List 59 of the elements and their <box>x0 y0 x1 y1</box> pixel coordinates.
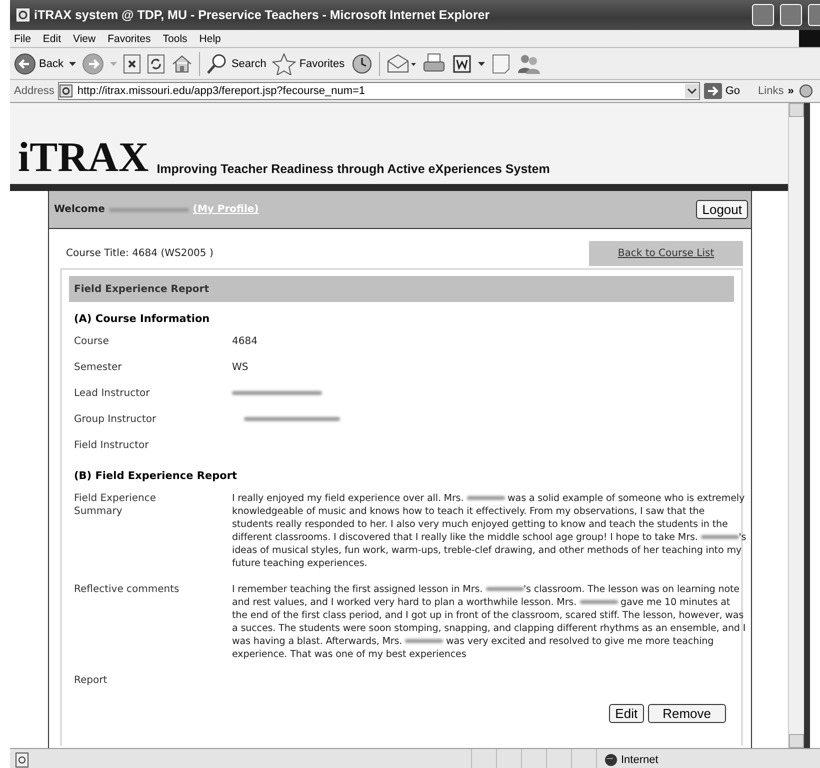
menu-item[interactable]: View <box>73 32 96 44</box>
comment-text: I remember teaching the first assigned lesson in Mrs. 's classroom. The lesson was on learning note and rest values, and I worked very hard to plan a worthwhile lesson. Mrs. gave me 10 minutes at the end of the first class period, and I got up in front of the classroom, scared stiff. The lesson, however, was a succes. The students were soon stomping, snapping, and clapping different rhythms as an ensemble, and I was having a blast. Afterwards, Mrs. was very excited and resolved to give me more teaching experience. That was one of my best experiences <box>232 583 747 661</box>
site-tagline: Improving Teacher Readiness through Active eXperiences System <box>156 162 550 178</box>
report-title: Field Experience Report <box>69 276 734 302</box>
mail-button[interactable] <box>386 52 416 74</box>
maximize-button[interactable] <box>780 4 802 26</box>
field-label: Lead Instructor <box>74 387 151 400</box>
search-button[interactable]: Search <box>206 52 266 74</box>
security-zone: Internet <box>621 754 658 766</box>
field-label: Reflective comments <box>74 583 180 596</box>
field-label: Report <box>74 674 108 687</box>
stop-button[interactable] <box>123 54 142 74</box>
minimize-button[interactable] <box>752 4 774 26</box>
section-heading: (A) Course Information <box>73 312 211 327</box>
welcome-label: Welcome <box>54 204 105 215</box>
field-label: Semester <box>74 361 123 374</box>
edit-button[interactable]: Edit <box>609 704 644 723</box>
back-button[interactable]: Back <box>14 52 64 74</box>
star-icon <box>272 52 296 74</box>
back-to-course-list-link[interactable]: Back to Course List <box>589 241 743 266</box>
forward-button[interactable] <box>82 52 104 74</box>
close-button[interactable] <box>808 4 820 26</box>
comment-text: I really enjoyed my field experience over all. Mrs. was a solid example of someone who is extremely knowledgeable of music and knows how to teach it effectively. From my observations, I saw that the students really responded to her. I also very much enjoyed getting to know and teach the students in the different classrooms. I discovered that I really like the middle school age group! I hope to take Mrs. 's ideas of musical styles, fun work, warm-ups, treble-clef drawing, and other methods of her teaching into my future teaching experiences. <box>232 492 747 570</box>
menu-item[interactable]: Favorites <box>108 32 151 44</box>
field-value: 4684 <box>232 336 258 347</box>
menu-item[interactable]: Edit <box>42 32 62 44</box>
search-icon <box>206 52 228 74</box>
page-icon <box>59 84 74 98</box>
section-heading: (B) Field Experience Report <box>73 469 238 484</box>
history-button[interactable] <box>350 52 373 74</box>
favorites-button[interactable]: Favorites <box>272 52 345 74</box>
note-button[interactable] <box>490 52 511 74</box>
dropdown-arrow-icon[interactable] <box>69 62 76 66</box>
menu-item[interactable]: Help <box>199 32 221 44</box>
logout-button[interactable]: Logout <box>696 200 748 219</box>
field-value: WS <box>232 362 248 373</box>
address-label: Address <box>14 85 54 97</box>
home-button[interactable] <box>171 54 194 74</box>
field-label: Course <box>74 335 110 348</box>
site-logo: iTRAX <box>18 138 149 178</box>
menu-item[interactable]: Tools <box>162 32 188 44</box>
dropdown-arrow-icon[interactable] <box>478 62 485 66</box>
field-label: Group Instructor <box>74 413 158 426</box>
remove-button[interactable]: Remove <box>648 704 726 723</box>
people-icon[interactable] <box>516 52 541 74</box>
print-button[interactable] <box>422 52 446 74</box>
scrollbar[interactable] <box>788 103 804 748</box>
field-label: Field Instructor <box>74 439 150 452</box>
windows-logo-icon <box>799 30 820 47</box>
refresh-button[interactable] <box>147 54 166 74</box>
course-title: Course Title: 4684 (WS2005 ) <box>66 248 214 259</box>
window-title: iTRAX system @ TDP, MU - Preservice Teachers - Microsoft Internet Explorer <box>34 8 491 22</box>
address-field[interactable]: http://itrax.missouri.edu/app3/fereport.jsp?fecourse_num=1 <box>58 82 700 100</box>
links-button[interactable]: Links <box>758 85 784 97</box>
menu-item[interactable]: File <box>14 32 31 44</box>
ie-page-icon <box>16 8 30 22</box>
field-label: Field Experience Summary <box>74 492 158 518</box>
chevron-button[interactable]: » <box>788 85 794 97</box>
word-button[interactable] <box>452 54 472 74</box>
